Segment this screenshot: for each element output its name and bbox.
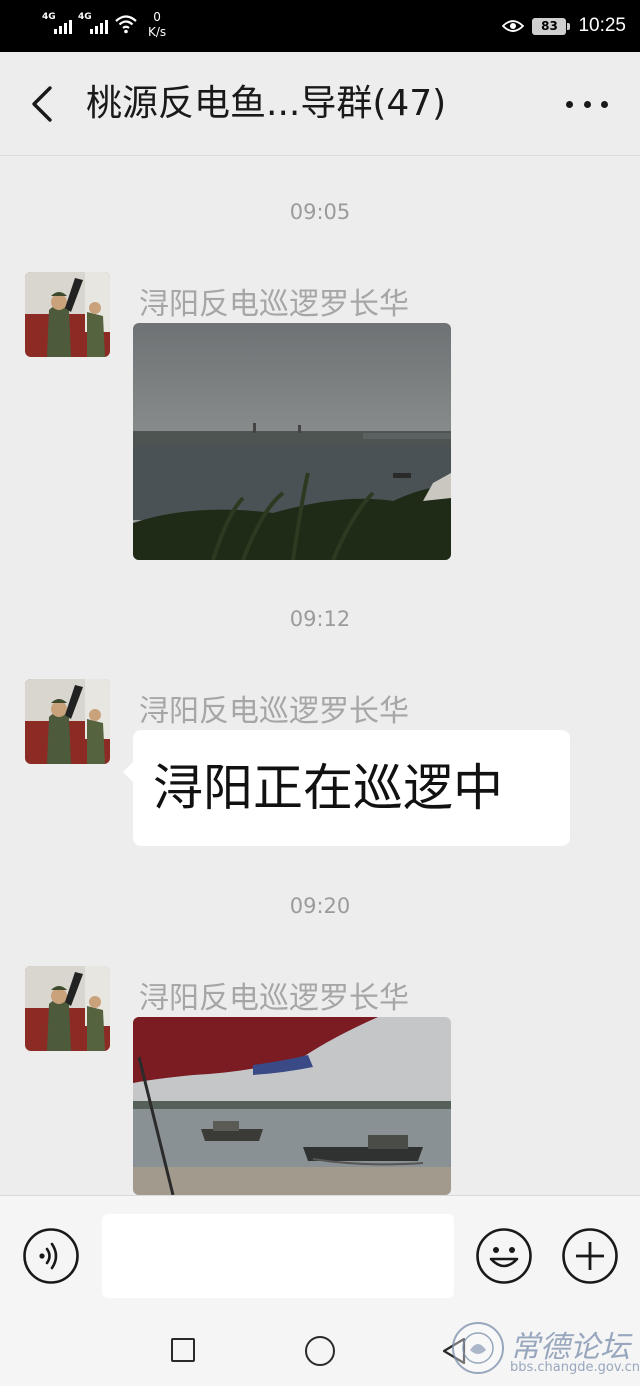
recent-apps-button[interactable] — [171, 1338, 195, 1362]
sender-name: 浔阳反电巡逻罗长华 — [139, 287, 409, 322]
smiley-icon — [476, 1228, 532, 1284]
forum-logo-icon — [452, 1322, 504, 1374]
message-text: 浔阳正在巡逻中 — [153, 759, 503, 817]
status-bar: 4G 4G 0 K/s 83 10:25 — [0, 0, 640, 52]
voice-icon — [23, 1228, 79, 1284]
image-message[interactable] — [133, 323, 451, 560]
network-speed-unit: K/s — [148, 25, 167, 39]
network-speed: 0 K/s — [148, 10, 166, 40]
network-speed-value: 0 — [153, 10, 161, 24]
status-clock: 10:25 — [578, 15, 626, 36]
more-options-button[interactable] — [566, 92, 608, 116]
emoji-button[interactable] — [475, 1227, 533, 1285]
watermark-url: bbs.changde.gov.cn — [510, 1360, 640, 1375]
back-button[interactable] — [22, 82, 66, 126]
battery-level: 83 — [541, 18, 558, 33]
sender-avatar[interactable] — [25, 679, 110, 764]
wifi-icon — [115, 15, 137, 34]
message-input[interactable] — [102, 1214, 454, 1298]
more-dots-icon — [566, 100, 573, 108]
more-functions-button[interactable] — [561, 1227, 619, 1285]
sender-avatar[interactable] — [25, 966, 110, 1051]
forum-watermark: 常德论坛 bbs.changde.gov.cn — [450, 1320, 640, 1380]
battery-icon: 83 — [532, 17, 571, 35]
cellular-signal-icon: 4G — [42, 10, 72, 36]
message-timestamp: 09:05 — [289, 200, 351, 224]
sender-avatar[interactable] — [25, 272, 110, 357]
image-message[interactable] — [133, 1017, 451, 1195]
message-timestamp: 09:20 — [289, 894, 351, 918]
message-input-bar — [0, 1195, 640, 1313]
cellular-signal-icon: 4G — [78, 10, 108, 36]
sender-name: 浔阳反电巡逻罗长华 — [139, 981, 409, 1016]
eye-comfort-icon — [502, 20, 525, 32]
chat-header: 桃源反电鱼...导群(47) — [0, 52, 640, 156]
chat-title: 桃源反电鱼...导群(47) — [86, 83, 447, 124]
message-timestamp: 09:12 — [289, 607, 351, 631]
home-button[interactable] — [305, 1336, 335, 1366]
message-list[interactable]: 09:05 浔阳反电巡逻罗长华 09:12 浔阳反电巡逻罗长华 浔阳正在巡逻中 … — [0, 157, 640, 1195]
text-message-bubble[interactable]: 浔阳正在巡逻中 — [123, 730, 570, 846]
chevron-left-icon — [32, 86, 52, 122]
voice-input-button[interactable] — [22, 1227, 80, 1285]
sender-name: 浔阳反电巡逻罗长华 — [139, 694, 409, 729]
